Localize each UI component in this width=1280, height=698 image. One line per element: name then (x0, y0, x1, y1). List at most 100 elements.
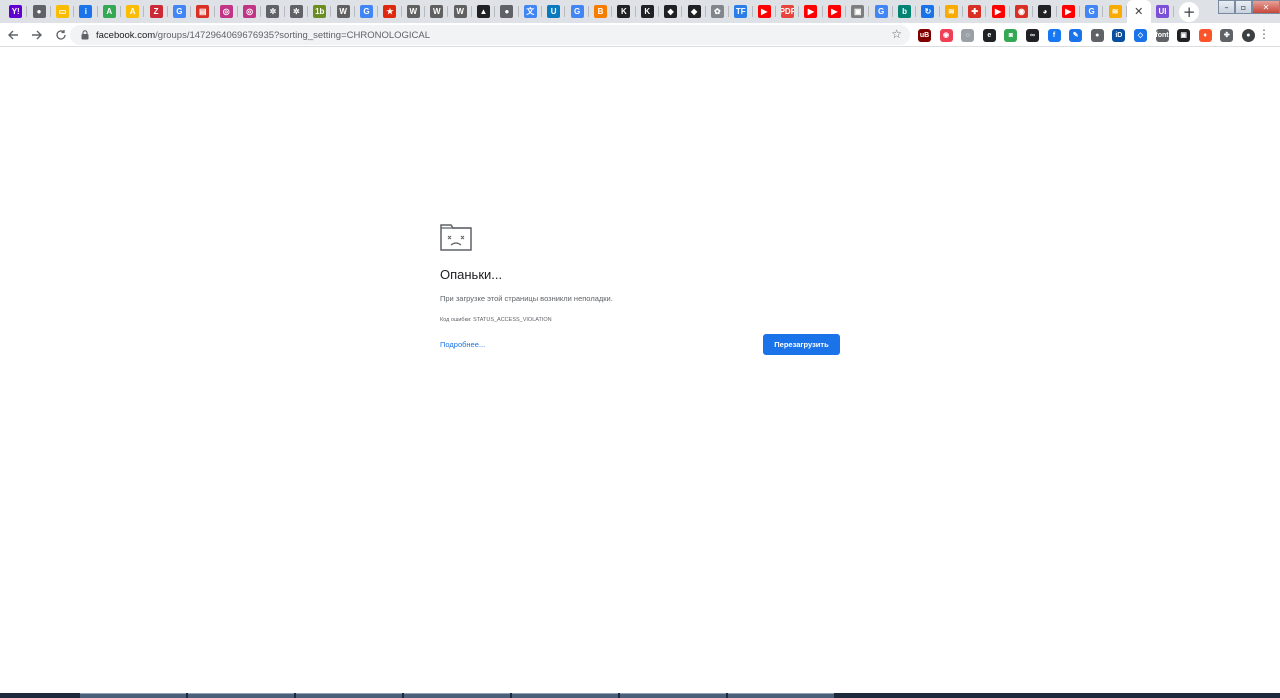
lock-icon[interactable] (78, 28, 92, 42)
address-bar[interactable]: facebook.com/groups/1472964069676935?sor… (70, 25, 910, 45)
taskbar-item[interactable] (404, 693, 510, 698)
browser-tab[interactable]: ▶ (1057, 0, 1081, 23)
browser-tab[interactable]: i (74, 0, 98, 23)
browser-tab[interactable]: UI (1151, 0, 1175, 23)
tab-strip: Y! ● ▭ i A A Z G ▤ ◎ ◎ ✲ ✲ 1b W G ★ W W W ▲ ● 文 U G B K K ◆ ◆ ✿ TF ▶ PDF ▶… (0, 0, 1280, 23)
browser-tab[interactable]: ▶ (799, 0, 824, 23)
browser-tab[interactable]: TF (729, 0, 753, 23)
browser-tab[interactable]: G (869, 0, 894, 23)
back-button[interactable] (2, 24, 24, 46)
browser-tab[interactable]: ● (27, 0, 52, 23)
browser-tab[interactable]: K (636, 0, 660, 23)
taskbar-item[interactable] (728, 693, 834, 698)
browser-tab[interactable]: ↻ (916, 0, 941, 23)
browser-tab[interactable]: ▶ (753, 0, 777, 23)
lock-ext-icon[interactable]: ● (1090, 28, 1104, 42)
taskbar-item[interactable] (80, 693, 186, 698)
browser-tab[interactable]: A (121, 0, 145, 23)
browser-tab[interactable]: ● (495, 0, 519, 23)
browser-tab[interactable]: ▶ (986, 0, 1011, 23)
browser-tab[interactable]: K (612, 0, 636, 23)
browser-tab[interactable]: G (355, 0, 379, 23)
glasses-icon[interactable]: ∞ (1025, 28, 1039, 42)
avatar-icon[interactable]: ● (1241, 28, 1255, 42)
facebook-icon[interactable]: f (1047, 28, 1061, 42)
browser-tab[interactable]: W (402, 0, 426, 23)
cube-icon: ◆ (664, 5, 678, 18)
font-icon[interactable]: font (1155, 28, 1169, 42)
maximize-button[interactable]: ▫ (1235, 0, 1252, 14)
browser-tab[interactable]: 1b (308, 0, 332, 23)
browser-tab[interactable]: ✲ (261, 0, 286, 23)
shield-ext-icon[interactable]: ◇ (1133, 28, 1147, 42)
reload-button[interactable]: Перезагрузить (763, 334, 840, 355)
pocket-icon[interactable]: ◉ (939, 28, 953, 42)
analytics-icon: ≋ (1108, 5, 1122, 18)
browser-tab[interactable]: ◉ (1010, 0, 1034, 23)
bookmark-star-icon[interactable]: ☆ (891, 27, 902, 41)
browser-tab[interactable]: W (425, 0, 449, 23)
browser-tab[interactable]: ≋ (1103, 0, 1128, 23)
youtube-icon: ▶ (827, 5, 841, 18)
browser-tab[interactable]: B (589, 0, 613, 23)
forward-arrow-icon (32, 30, 42, 39)
reload-toolbar-button[interactable] (50, 24, 72, 46)
browser-tab[interactable]: ◆ (659, 0, 683, 23)
browser-tab[interactable]: ✚ (963, 0, 987, 23)
health-icon: ✚ (968, 5, 982, 18)
browser-tab[interactable]: ▶ (823, 0, 847, 23)
browser-tab[interactable]: ◆ (682, 0, 707, 23)
browser-tab[interactable]: G (565, 0, 590, 23)
tab-close-icon[interactable]: ✕ (1134, 5, 1143, 18)
browser-tab[interactable]: PDF (776, 0, 800, 23)
google-ads-icon: A (102, 5, 116, 18)
browser-tab[interactable]: ◎ (215, 0, 239, 23)
browser-tab[interactable]: ▭ (51, 0, 75, 23)
brave-icon[interactable]: ♦ (1198, 28, 1212, 42)
taskbar-item[interactable] (620, 693, 726, 698)
browser-tab[interactable]: A (98, 0, 122, 23)
yahoo-icon: Y! (9, 5, 23, 18)
box-icon[interactable]: ▣ (1177, 28, 1191, 42)
browser-tab[interactable]: ▣ (846, 0, 870, 23)
translate-icon: 文 (523, 5, 537, 18)
window-close-button[interactable]: ✕ (1252, 0, 1280, 14)
browser-tab[interactable]: ✲ (285, 0, 309, 23)
browser-tab[interactable]: U (542, 0, 566, 23)
browser-tab[interactable]: W (331, 0, 356, 23)
browser-tab[interactable]: G (1080, 0, 1104, 23)
url-text[interactable]: facebook.com/groups/1472964069676935?sor… (96, 30, 430, 41)
browser-tab-active[interactable]: ✕ (1126, 0, 1151, 23)
refresh-icon: ↻ (921, 5, 935, 18)
ublock-icon[interactable]: uB (918, 28, 931, 42)
camera-icon[interactable]: ◙ (1004, 28, 1018, 42)
browser-tab[interactable]: ◎ (238, 0, 262, 23)
browser-tab[interactable]: Y! (4, 0, 28, 23)
browser-tab[interactable]: Z (144, 0, 169, 23)
browser-tab[interactable]: ▲ (472, 0, 496, 23)
browser-tab[interactable]: G (168, 0, 192, 23)
browser-tab[interactable]: ▤ (191, 0, 215, 23)
browser-tab[interactable]: 文 (519, 0, 543, 23)
learn-more-link[interactable]: Подробнее... (440, 340, 485, 349)
pen-icon[interactable]: ✎ (1069, 28, 1083, 42)
kebab-menu-icon[interactable]: ⋮ (1258, 28, 1270, 40)
taskbar-item[interactable] (188, 693, 294, 698)
taskbar-item[interactable] (512, 693, 618, 698)
minimize-button[interactable]: – (1218, 0, 1235, 14)
circle-icon[interactable]: ○ (961, 28, 975, 42)
browser-tab[interactable]: ≋ (940, 0, 964, 23)
ib-icon: 1b (313, 5, 327, 18)
browser-tab[interactable]: ★ (378, 0, 403, 23)
puzzle-icon[interactable]: ✤ (1220, 28, 1234, 42)
browser-tab[interactable]: W (448, 0, 473, 23)
e-icon[interactable]: e (982, 28, 996, 42)
printer-icon: ▤ (196, 5, 210, 18)
id-icon[interactable]: iD (1112, 28, 1126, 42)
browser-tab[interactable]: ✿ (706, 0, 730, 23)
taskbar-item[interactable] (296, 693, 402, 698)
forward-button[interactable] (26, 24, 48, 46)
browser-tab[interactable]: b (893, 0, 917, 23)
browser-tab[interactable]: ◕ (1033, 0, 1057, 23)
new-tab-button[interactable]: + (1179, 1, 1200, 22)
